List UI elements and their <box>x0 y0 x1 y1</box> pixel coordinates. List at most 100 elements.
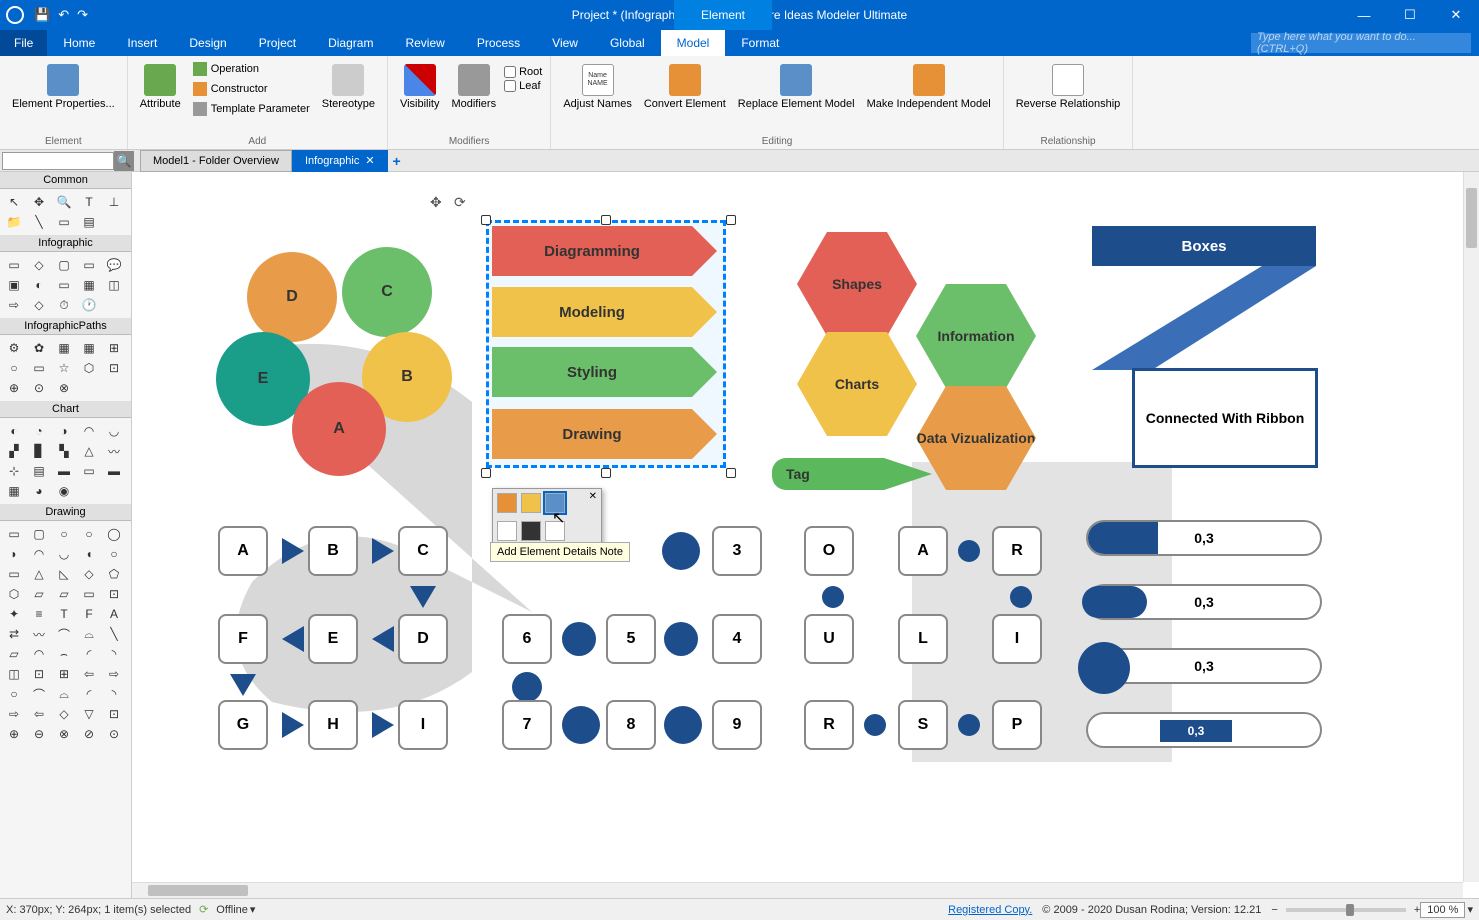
operation-button[interactable]: Operation <box>189 60 314 78</box>
bar-1[interactable]: 0,3 <box>1086 520 1322 556</box>
popup-icon-2[interactable] <box>521 493 541 513</box>
gbox-f[interactable]: F <box>218 614 268 664</box>
tab-process[interactable]: Process <box>461 30 536 56</box>
nbox-7[interactable]: 7 <box>502 700 552 750</box>
lbox-s[interactable]: S <box>898 700 948 750</box>
lbox-r[interactable]: R <box>992 526 1042 576</box>
selection-handle[interactable] <box>481 468 491 478</box>
tab-diagram[interactable]: Diagram <box>312 30 389 56</box>
tab-project[interactable]: Project <box>243 30 312 56</box>
save-icon[interactable]: 💾 <box>34 7 50 23</box>
diagram-canvas[interactable]: D C E B A ✥ ⟳ Diagramming Modeling Styli… <box>132 172 1479 898</box>
lbox-u[interactable]: U <box>804 614 854 664</box>
modifiers-button[interactable]: Modifiers <box>447 60 500 134</box>
pointer-tool[interactable]: ↖ <box>4 193 24 211</box>
status-offline[interactable]: Offline <box>216 904 248 916</box>
lbox-r2[interactable]: R <box>804 700 854 750</box>
tab-global[interactable]: Global <box>594 30 661 56</box>
selection-handle[interactable] <box>481 215 491 225</box>
text-tool[interactable]: T <box>79 193 99 211</box>
tab-home[interactable]: Home <box>47 30 111 56</box>
popup-icon-4[interactable] <box>497 521 517 541</box>
tab-file[interactable]: File <box>0 30 47 56</box>
nbox-4[interactable]: 4 <box>712 614 762 664</box>
leaf-checkbox[interactable]: Leaf <box>504 80 542 92</box>
gbox-i[interactable]: I <box>398 700 448 750</box>
bar-2[interactable]: 0,3 <box>1086 584 1322 620</box>
nbox-9[interactable]: 9 <box>712 700 762 750</box>
gbox-b[interactable]: B <box>308 526 358 576</box>
horizontal-scrollbar[interactable] <box>132 882 1463 898</box>
undo-icon[interactable]: ↶ <box>58 7 69 23</box>
toolbox-chart-header[interactable]: Chart <box>0 401 131 418</box>
maximize-button[interactable]: ☐ <box>1387 0 1433 30</box>
element-properties-button[interactable]: Element Properties... <box>8 60 119 134</box>
toolbox-infographic-header[interactable]: Infographic <box>0 235 131 252</box>
note-tool[interactable]: ▤ <box>79 213 99 231</box>
gbox-c[interactable]: C <box>398 526 448 576</box>
lbox-a[interactable]: A <box>898 526 948 576</box>
make-independent-button[interactable]: Make Independent Model <box>863 60 995 134</box>
visibility-button[interactable]: Visibility <box>396 60 444 134</box>
gbox-e[interactable]: E <box>308 614 358 664</box>
tab-view[interactable]: View <box>536 30 594 56</box>
selection-handle[interactable] <box>601 215 611 225</box>
toolbox-infpaths-header[interactable]: InfographicPaths <box>0 318 131 335</box>
tab-model[interactable]: Model <box>661 30 726 56</box>
nbox-5[interactable]: 5 <box>606 614 656 664</box>
sidebar-search-input[interactable] <box>2 152 114 170</box>
circle-a[interactable]: A <box>292 382 386 476</box>
zoom-out-button[interactable]: − <box>1271 904 1277 916</box>
tab-design[interactable]: Design <box>173 30 242 56</box>
line-tool[interactable]: ╲ <box>29 213 49 231</box>
reverse-relationship-button[interactable]: Reverse Relationship <box>1012 60 1125 134</box>
move-icon[interactable]: ✥ <box>430 194 442 211</box>
redo-icon[interactable]: ↷ <box>77 7 88 23</box>
zoom-slider[interactable] <box>1286 908 1406 912</box>
tab-format[interactable]: Format <box>725 30 795 56</box>
toolbox-drawing-header[interactable]: Drawing <box>0 504 131 521</box>
selection-handle[interactable] <box>601 468 611 478</box>
help-search-input[interactable]: Type here what you want to do... (CTRL+Q… <box>1251 33 1471 53</box>
bar-3[interactable]: 0,3 <box>1086 648 1322 684</box>
rect-tool[interactable]: ▭ <box>54 213 74 231</box>
stereotype-button[interactable]: Stereotype <box>318 60 379 134</box>
gbox-h[interactable]: H <box>308 700 358 750</box>
selection-handle[interactable] <box>726 468 736 478</box>
toolbox-common-header[interactable]: Common <box>0 172 131 189</box>
popup-icon-5[interactable] <box>521 521 541 541</box>
gbox-d[interactable]: D <box>398 614 448 664</box>
gbox-a[interactable]: A <box>218 526 268 576</box>
context-tab-element[interactable]: Element <box>674 0 772 30</box>
folder-tool[interactable]: 📁 <box>4 213 24 231</box>
lbox-o[interactable]: O <box>804 526 854 576</box>
bar-4[interactable]: 0,3 <box>1086 712 1322 748</box>
close-tab-icon[interactable]: ✕ <box>365 154 374 167</box>
scrollbar-thumb[interactable] <box>1466 188 1477 248</box>
popup-close-icon[interactable]: ✕ <box>589 491 597 502</box>
root-checkbox[interactable]: Root <box>504 66 542 78</box>
template-param-button[interactable]: Template Parameter <box>189 100 314 118</box>
connected-box[interactable]: Connected With Ribbon <box>1132 368 1318 468</box>
scrollbar-thumb[interactable] <box>148 885 248 896</box>
close-button[interactable]: ✕ <box>1433 0 1479 30</box>
lbox-l[interactable]: L <box>898 614 948 664</box>
doc-tab-infographic[interactable]: Infographic✕ <box>292 150 388 172</box>
circle-c[interactable]: C <box>342 247 432 337</box>
band-styling[interactable]: Styling <box>492 347 692 397</box>
registered-link[interactable]: Registered Copy. <box>948 904 1032 916</box>
attribute-button[interactable]: Attribute <box>136 60 185 134</box>
popup-icon-1[interactable] <box>497 493 517 513</box>
convert-element-button[interactable]: Convert Element <box>640 60 730 134</box>
zoom-value[interactable]: 100 % <box>1420 902 1465 918</box>
boxes-header[interactable]: Boxes <box>1092 226 1316 266</box>
connector-tool[interactable]: ⊥ <box>104 193 124 211</box>
band-drawing[interactable]: Drawing <box>492 409 692 459</box>
band-modeling[interactable]: Modeling <box>492 287 692 337</box>
sidebar-search-button[interactable]: 🔍 <box>114 151 134 171</box>
minimize-button[interactable]: — <box>1341 0 1387 30</box>
rotate-icon[interactable]: ⟳ <box>454 194 466 211</box>
selection-handle[interactable] <box>726 215 736 225</box>
zoom-tool[interactable]: 🔍 <box>54 193 74 211</box>
adjust-names-button[interactable]: NameNAMEAdjust Names <box>559 60 635 134</box>
